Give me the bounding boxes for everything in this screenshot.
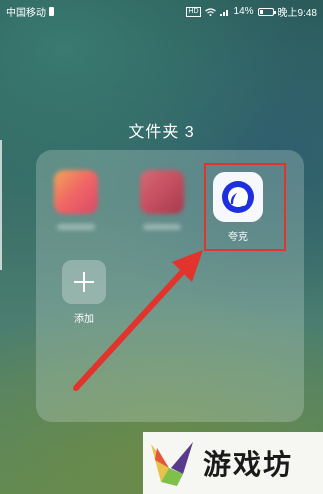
- pointer-arrow-icon: [73, 250, 203, 391]
- watermark: 游戏坊: [143, 432, 323, 494]
- watermark-logo-icon: [151, 442, 193, 486]
- watermark-text: 游戏坊: [203, 448, 294, 481]
